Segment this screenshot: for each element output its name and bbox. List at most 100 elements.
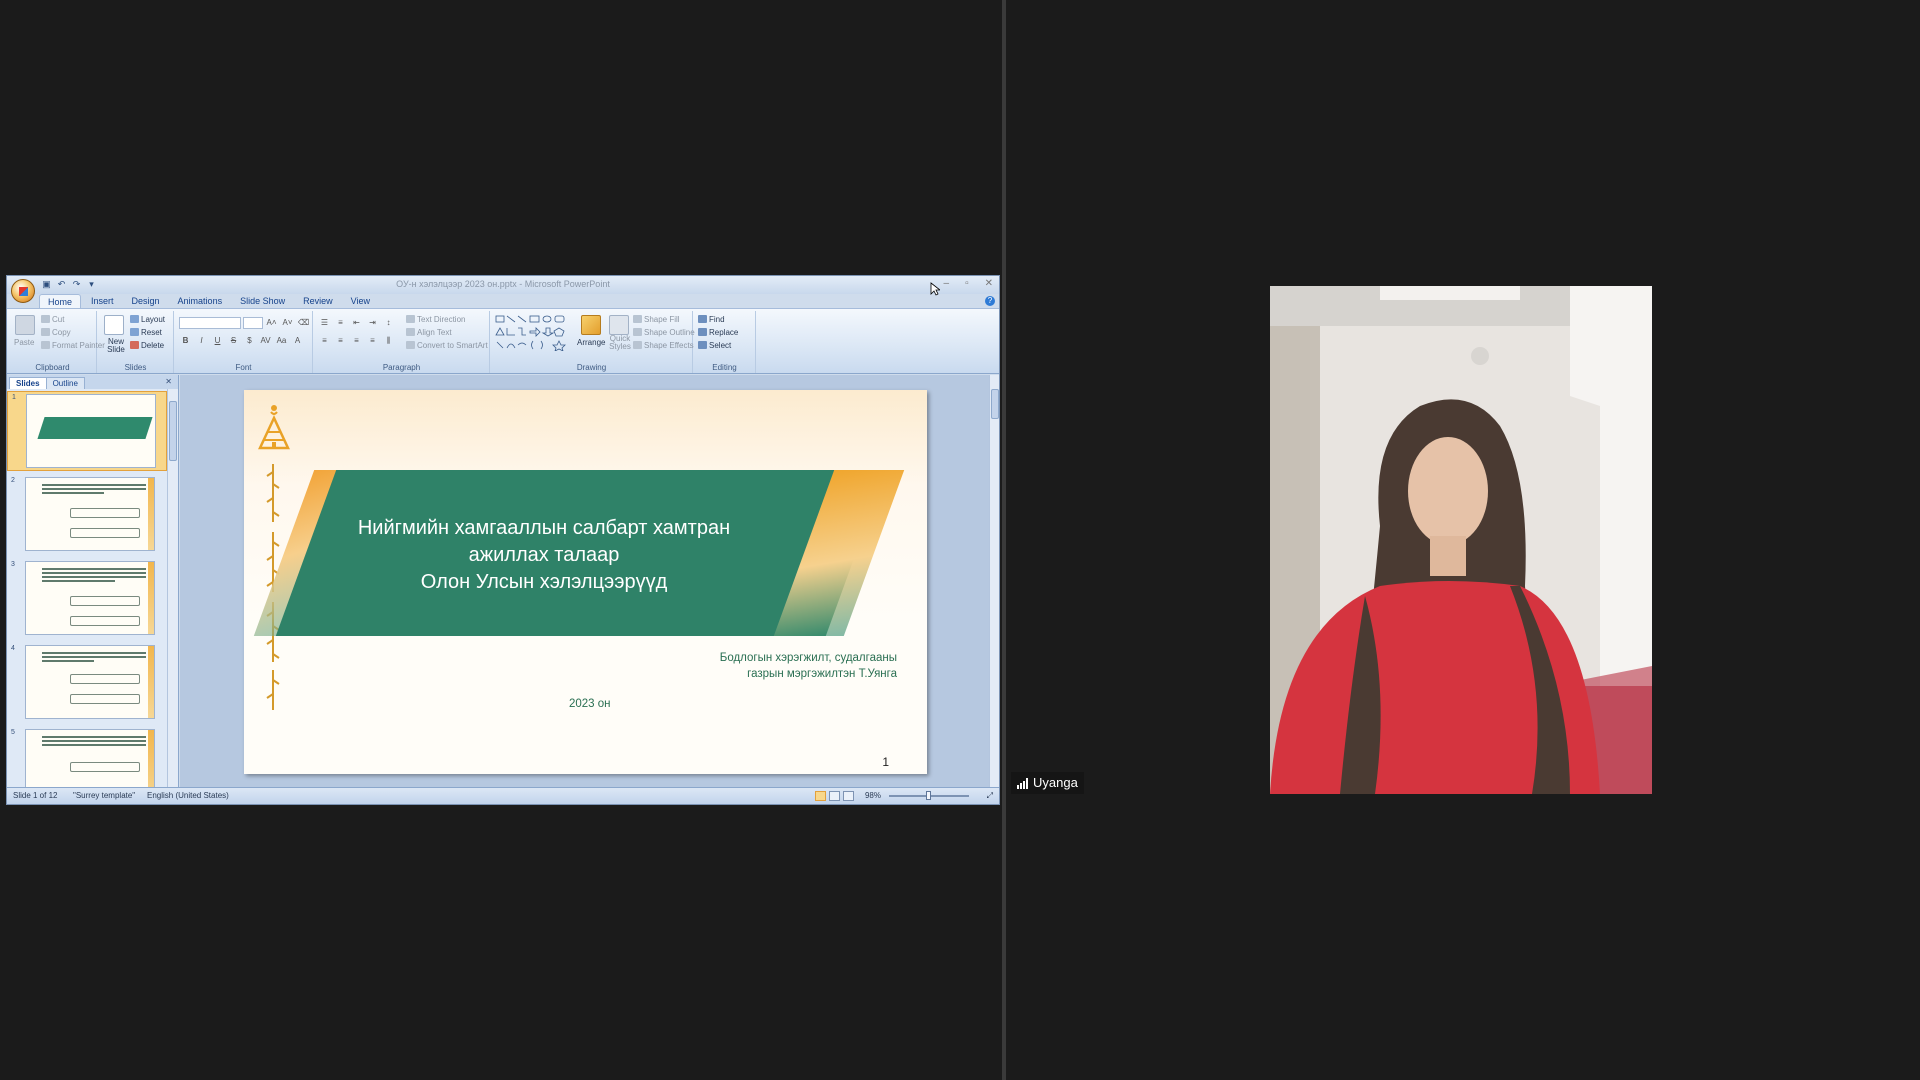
tab-slide-show[interactable]: Slide Show: [232, 294, 293, 308]
pane-divider[interactable]: [1002, 0, 1006, 1080]
cut-button[interactable]: Cut: [41, 315, 64, 324]
font-group-label: Font: [235, 363, 252, 372]
thumbnails-scrollbar[interactable]: [167, 389, 178, 788]
view-buttons: [815, 791, 854, 801]
copy-icon: [41, 328, 50, 336]
slide-scrollbar[interactable]: [989, 375, 999, 788]
quick-styles-button[interactable]: Quick Styles: [607, 335, 633, 351]
participant-video[interactable]: [1270, 286, 1652, 794]
select-label: Select: [709, 341, 732, 350]
zoom-slider-knob[interactable]: [926, 791, 931, 800]
shape-fill-button[interactable]: Shape Fill: [633, 315, 680, 324]
layout-button[interactable]: Layout: [130, 315, 165, 324]
shapes-gallery[interactable]: [495, 315, 575, 351]
slide-thumbnail[interactable]: 2: [7, 475, 167, 555]
new-slide-button[interactable]: New Slide: [102, 338, 130, 354]
signal-strength-icon: [1017, 777, 1028, 789]
font-name-combo[interactable]: [179, 317, 241, 329]
tab-view[interactable]: View: [343, 294, 378, 308]
participant-name: Uyanga: [1033, 775, 1078, 790]
close-panel-icon[interactable]: ✕: [165, 377, 172, 386]
format-painter-label: Format Painter: [52, 341, 105, 350]
justify-icon[interactable]: ≡: [366, 335, 379, 347]
tab-home[interactable]: Home: [39, 294, 82, 308]
fit-to-window-icon[interactable]: ⤢: [987, 791, 993, 801]
tab-animations[interactable]: Animations: [170, 294, 231, 308]
editing-group: Find Replace Select Editing: [694, 311, 756, 373]
shrink-font-icon[interactable]: A˅: [281, 317, 294, 329]
slide-subtitle[interactable]: Бодлогын хэрэгжилт, судалгааны газрын мэ…: [720, 650, 897, 682]
clear-format-icon[interactable]: ⌫: [297, 317, 310, 329]
columns-icon[interactable]: ⫼: [382, 335, 395, 347]
maximize-icon[interactable]: ▫: [965, 278, 969, 289]
decrease-indent-icon[interactable]: ⇤: [350, 317, 363, 329]
template-name: "Surrey template": [73, 791, 136, 800]
normal-view-icon[interactable]: [815, 791, 826, 801]
align-left-icon[interactable]: ≡: [318, 335, 331, 347]
shadow-icon[interactable]: $: [243, 335, 256, 347]
new-slide-icon: [104, 315, 124, 335]
char-spacing-icon[interactable]: AV: [259, 335, 272, 347]
office-button[interactable]: [11, 279, 35, 303]
help-icon[interactable]: ?: [985, 296, 995, 306]
text-direction-button[interactable]: Text Direction: [406, 315, 465, 324]
slides-group-label: Slides: [124, 363, 147, 372]
scrollbar-thumb[interactable]: [991, 389, 999, 419]
find-button[interactable]: Find: [698, 315, 725, 324]
slide-thumbnail[interactable]: 1: [7, 391, 167, 471]
bold-icon[interactable]: B: [179, 335, 192, 347]
slide-canvas[interactable]: Нийгмийн хамгааллын салбарт хамтран ажил…: [244, 390, 927, 774]
subtitle-line: Бодлогын хэрэгжилт, судалгааны: [719, 652, 897, 664]
language-indicator[interactable]: English (United States): [147, 791, 229, 800]
slide-thumbnail[interactable]: 5: [7, 727, 167, 788]
meeting-screen: ▣ ↶ ↷ ▾ ОУ-н хэлэлцээр 2023 он.pptx - Mi…: [0, 0, 1920, 1080]
tab-design[interactable]: Design: [124, 294, 168, 308]
font-color-icon[interactable]: A: [291, 335, 304, 347]
editing-group-label: Editing: [712, 363, 737, 372]
reset-button[interactable]: Reset: [130, 328, 162, 337]
change-case-icon[interactable]: Aa: [275, 335, 288, 347]
tab-slides[interactable]: Slides: [9, 377, 47, 389]
align-text-button[interactable]: Align Text: [406, 328, 452, 337]
increase-indent-icon[interactable]: ⇥: [366, 317, 379, 329]
slide-title[interactable]: Нийгмийн хамгааллын салбарт хамтран ажил…: [344, 515, 744, 596]
close-icon[interactable]: ✕: [985, 278, 993, 289]
italic-icon[interactable]: I: [195, 335, 208, 347]
replace-button[interactable]: Replace: [698, 328, 738, 337]
font-size-combo[interactable]: [243, 317, 263, 329]
participant-name-tag: Uyanga: [1011, 772, 1084, 794]
slide-thumbnail[interactable]: 3: [7, 559, 167, 639]
strikethrough-icon[interactable]: S: [227, 335, 240, 347]
line-spacing-icon[interactable]: ↕: [382, 317, 395, 329]
slide-thumbnail[interactable]: 4: [7, 643, 167, 723]
select-button[interactable]: Select: [698, 341, 731, 350]
shape-outline-button[interactable]: Shape Outline: [633, 328, 695, 337]
format-painter-button[interactable]: Format Painter: [41, 341, 105, 350]
slide-show-icon[interactable]: [843, 791, 854, 801]
paragraph-group-label: Paragraph: [382, 363, 421, 372]
ribbon-tabs: Home Insert Design Animations Slide Show…: [39, 294, 378, 308]
align-center-icon[interactable]: ≡: [334, 335, 347, 347]
tab-outline[interactable]: Outline: [45, 377, 85, 389]
slide-sorter-icon[interactable]: [829, 791, 840, 801]
numbering-icon[interactable]: ≡: [334, 317, 347, 329]
paste-button[interactable]: Paste: [14, 338, 34, 347]
tab-insert[interactable]: Insert: [83, 294, 122, 308]
delete-button[interactable]: Delete: [130, 341, 164, 350]
paint-bucket-icon: [633, 315, 642, 323]
slides-group: New Slide Layout Reset Delete Slides: [98, 311, 174, 373]
scrollbar-thumb[interactable]: [169, 401, 177, 461]
align-right-icon[interactable]: ≡: [350, 335, 363, 347]
underline-icon[interactable]: U: [211, 335, 224, 347]
align-buttons: ≡ ≡ ≡ ≡ ⫼: [318, 335, 395, 347]
minimize-icon[interactable]: –: [944, 278, 950, 289]
zoom-level[interactable]: 98%: [865, 791, 881, 800]
copy-button[interactable]: Copy: [41, 328, 71, 337]
tab-review[interactable]: Review: [295, 294, 341, 308]
convert-smartart-button[interactable]: Convert to SmartArt: [406, 341, 488, 350]
bullets-icon[interactable]: ☰: [318, 317, 331, 329]
arrange-button[interactable]: Arrange: [577, 338, 605, 347]
shape-effects-button[interactable]: Shape Effects: [633, 341, 694, 350]
slide-year[interactable]: 2023 он: [569, 698, 611, 710]
grow-font-icon[interactable]: A˄: [265, 317, 278, 329]
